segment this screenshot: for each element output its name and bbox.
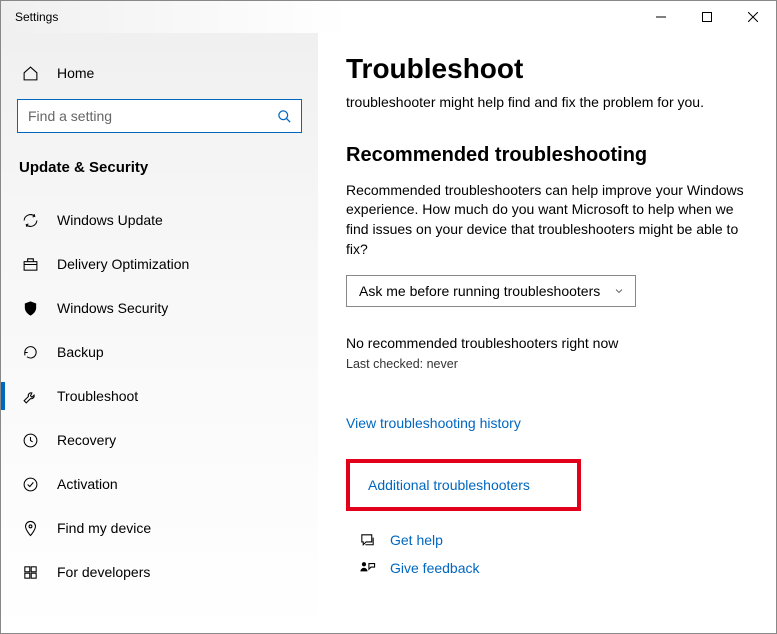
- home-label: Home: [57, 65, 94, 81]
- highlight-box: Additional troubleshooters: [346, 459, 581, 511]
- backup-icon: [21, 343, 39, 361]
- sidebar-item-delivery-optimization[interactable]: Delivery Optimization: [1, 242, 318, 286]
- sidebar-item-windows-security[interactable]: Windows Security: [1, 286, 318, 330]
- delivery-icon: [21, 255, 39, 273]
- search-icon: [275, 107, 293, 125]
- close-button[interactable]: [730, 1, 776, 33]
- history-link[interactable]: View troubleshooting history: [346, 415, 521, 431]
- sidebar-item-label: Activation: [57, 476, 118, 492]
- sidebar-item-label: Delivery Optimization: [57, 256, 189, 272]
- status-none: No recommended troubleshooters right now: [346, 335, 746, 351]
- give-feedback-row[interactable]: Give feedback: [346, 559, 746, 577]
- give-feedback-link[interactable]: Give feedback: [390, 560, 480, 576]
- sidebar-item-label: Windows Update: [57, 212, 163, 228]
- recommended-heading: Recommended troubleshooting: [346, 144, 746, 167]
- sidebar-item-label: Backup: [57, 344, 104, 360]
- sidebar-item-label: Find my device: [57, 520, 151, 536]
- sidebar-item-label: Recovery: [57, 432, 116, 448]
- minimize-button[interactable]: [638, 1, 684, 33]
- sidebar-item-label: For developers: [57, 564, 150, 580]
- home-nav[interactable]: Home: [1, 55, 318, 91]
- check-circle-icon: [21, 475, 39, 493]
- shield-icon: [21, 299, 39, 317]
- sidebar-item-label: Troubleshoot: [57, 388, 138, 404]
- sidebar-item-troubleshoot[interactable]: Troubleshoot: [1, 374, 318, 418]
- sidebar-item-recovery[interactable]: Recovery: [1, 418, 318, 462]
- sidebar-item-find-my-device[interactable]: Find my device: [1, 506, 318, 550]
- sidebar-item-backup[interactable]: Backup: [1, 330, 318, 374]
- sidebar-item-label: Windows Security: [57, 300, 168, 316]
- page-title: Troubleshoot: [346, 53, 746, 85]
- titlebar: Settings: [1, 1, 776, 33]
- wrench-icon: [21, 387, 39, 405]
- chat-icon: [358, 531, 376, 549]
- app-title: Settings: [1, 10, 58, 24]
- last-checked: Last checked: never: [346, 357, 746, 371]
- get-help-link[interactable]: Get help: [390, 532, 443, 548]
- search-box[interactable]: [17, 99, 302, 133]
- additional-troubleshooters-link[interactable]: Additional troubleshooters: [368, 477, 530, 493]
- search-input[interactable]: [28, 108, 275, 124]
- sidebar-item-for-developers[interactable]: For developers: [1, 550, 318, 594]
- sync-icon: [21, 211, 39, 229]
- section-header: Update & Security: [1, 151, 318, 198]
- main-content: Troubleshoot troubleshooter might help f…: [318, 33, 776, 633]
- developer-icon: [21, 563, 39, 581]
- sidebar-item-windows-update[interactable]: Windows Update: [1, 198, 318, 242]
- feedback-icon: [358, 559, 376, 577]
- location-icon: [21, 519, 39, 537]
- get-help-row[interactable]: Get help: [346, 531, 746, 549]
- recovery-icon: [21, 431, 39, 449]
- recommended-body: Recommended troubleshooters can help imp…: [346, 181, 746, 259]
- home-icon: [21, 64, 39, 82]
- maximize-button[interactable]: [684, 1, 730, 33]
- dropdown-value: Ask me before running troubleshooters: [359, 283, 600, 299]
- sidebar: Home Update & Security Windows Update De…: [1, 33, 318, 633]
- troubleshoot-preference-dropdown[interactable]: Ask me before running troubleshooters: [346, 275, 636, 307]
- chevron-down-icon: [613, 285, 625, 297]
- intro-text: troubleshooter might help find and fix t…: [346, 93, 746, 112]
- sidebar-item-activation[interactable]: Activation: [1, 462, 318, 506]
